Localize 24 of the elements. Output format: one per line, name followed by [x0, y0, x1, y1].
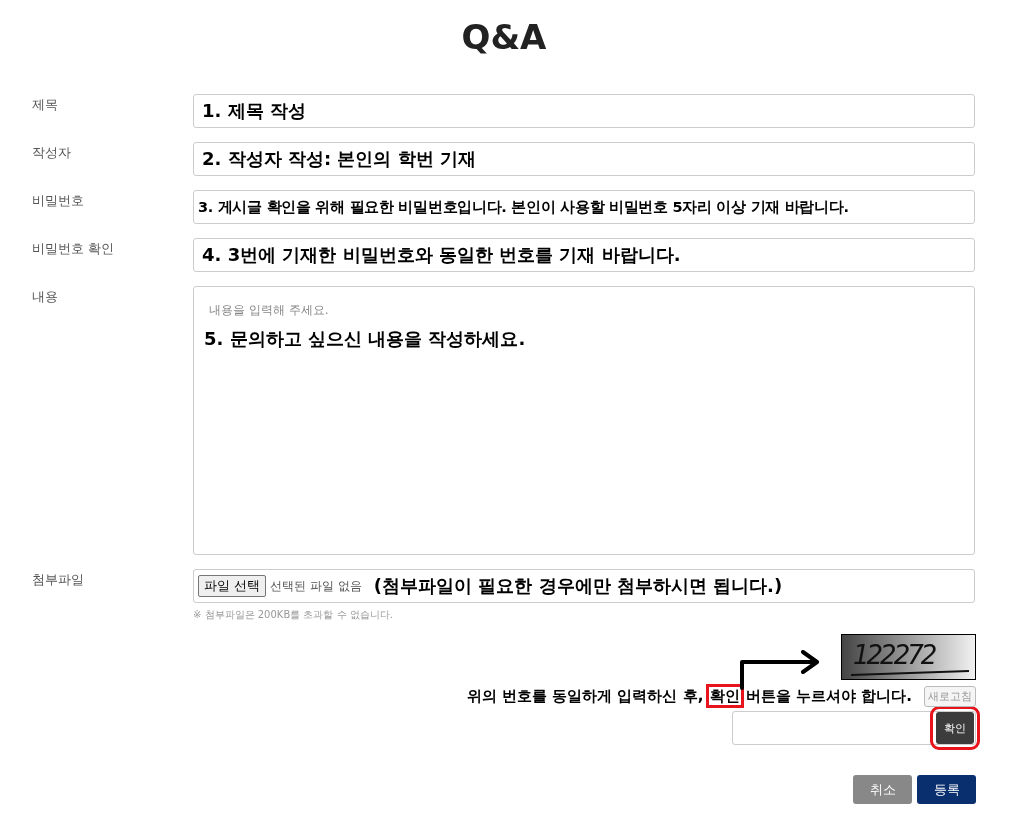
placeholder-text: 내용을 입력해 주세요. — [209, 302, 329, 319]
file-size-note: ※ 첨부파일은 200KB를 초과할 수 없습니다. — [193, 608, 393, 622]
input-field[interactable]: 4. 3번에 기재한 비밀번호와 동일한 번호를 기재 바랍니다. — [193, 238, 975, 272]
captcha-image: 122272 — [841, 634, 976, 680]
file-status: 선택된 파일 없음 — [270, 577, 362, 595]
annotation-text: (첨부파일이 필요한 경우에만 첨부하시면 됩니다.) — [373, 574, 783, 598]
field-label: 제목 — [32, 96, 59, 114]
field-label: 비밀번호 확인 — [32, 240, 116, 258]
content-text: 5. 문의하고 싶으신 내용을 작성하세요. — [204, 327, 527, 351]
choose-file-button[interactable]: 파일 선택 — [198, 575, 267, 597]
file-input[interactable]: 파일 선택 선택된 파일 없음 (첨부파일이 필요한 경우에만 첨부하시면 됩니다.) — [193, 569, 975, 603]
captcha-input[interactable]: 확인 — [732, 711, 976, 745]
field-label: 작성자 — [32, 144, 72, 162]
content-textarea[interactable]: 내용을 입력해 주세요. 5. 문의하고 싶으신 내용을 작성하세요. — [193, 286, 975, 555]
field-label: 비밀번호 — [32, 192, 85, 210]
field-label: 내용 — [32, 288, 59, 306]
page-title: Q&A — [460, 16, 548, 59]
cancel-button[interactable]: 취소 — [853, 775, 912, 804]
captcha-instruction: 위의 번호를 동일하게 입력하신 후, 확인 버튼을 누르셔야 합니다. — [466, 687, 912, 706]
input-field[interactable]: 1. 제목 작성 — [193, 94, 975, 128]
input-field[interactable]: 3. 게시글 확인을 위해 필요한 비밀번호입니다. 본인이 사용할 비밀번호 5자리 이상 기재 바랍니다. — [193, 190, 975, 224]
submit-button[interactable]: 등록 — [917, 775, 976, 804]
input-field[interactable]: 2. 작성자 작성: 본인의 학번 기재 — [193, 142, 975, 176]
field-label: 첨부파일 — [32, 571, 85, 589]
